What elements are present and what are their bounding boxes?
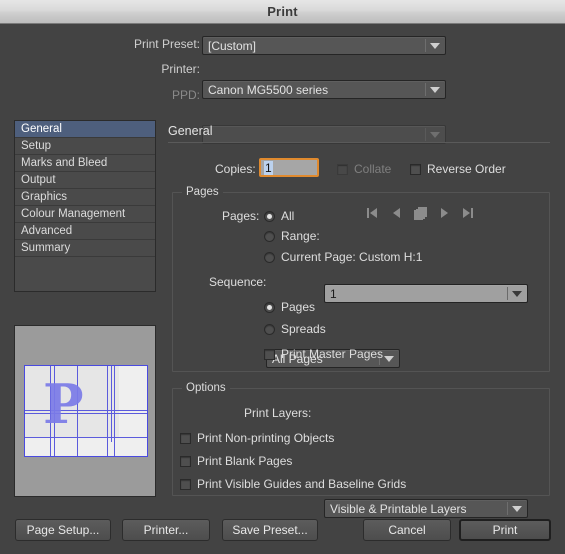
- print-preset-row: Print Preset:: [118, 37, 200, 51]
- pages-range-radio[interactable]: Range:: [264, 229, 320, 243]
- checkbox-box[interactable]: [410, 163, 421, 175]
- print-button[interactable]: Print: [459, 519, 551, 541]
- preview-glyph: P: [43, 372, 84, 436]
- print-visible-guides-label: Print Visible Guides and Baseline Grids: [197, 477, 407, 491]
- current-page-label: Current Page: Custom H:1: [281, 250, 423, 264]
- sequence-spreads-radio[interactable]: Spreads: [264, 322, 326, 336]
- save-preset-button[interactable]: Save Preset...: [222, 519, 318, 541]
- print-layers-label: Print Layers:: [244, 406, 312, 420]
- printer-combobox[interactable]: Canon MG5500 series: [202, 80, 446, 99]
- pages-all-label: All: [281, 209, 295, 223]
- radio-dot[interactable]: [264, 251, 275, 263]
- print-nonprinting-objects-label: Print Non-printing Objects: [197, 431, 335, 445]
- radio-dot[interactable]: [264, 323, 275, 335]
- range-value: 1: [330, 286, 337, 301]
- page-navigation[interactable]: [366, 206, 474, 220]
- checkbox-box[interactable]: [180, 478, 191, 490]
- cancel-button[interactable]: Cancel: [363, 519, 451, 541]
- pages-group-label: Pages: [182, 186, 223, 198]
- chevron-down-icon: [425, 126, 445, 143]
- print-preset-label: Print Preset:: [133, 37, 200, 51]
- range-combobox[interactable]: 1: [324, 284, 528, 303]
- sidebar-item-label: Setup: [21, 140, 52, 152]
- radio-dot[interactable]: [264, 301, 275, 313]
- sidebar-item-label: General: [21, 123, 62, 135]
- section-divider: [168, 142, 550, 143]
- ppd-row: PPD:: [118, 88, 200, 102]
- print-master-pages-checkbox[interactable]: Print Master Pages: [264, 347, 383, 361]
- checkbox-box[interactable]: [180, 432, 191, 444]
- sidebar-item-output[interactable]: Output: [15, 172, 155, 189]
- print-blank-pages-checkbox[interactable]: Print Blank Pages: [180, 454, 292, 468]
- print-dialog: Print Print Preset: [Custom] Printer: Ca…: [0, 0, 565, 554]
- last-page-icon[interactable]: [462, 206, 474, 220]
- sidebar-item-label: Summary: [21, 242, 71, 254]
- print-layers-combobox[interactable]: Visible & Printable Layers: [324, 499, 528, 518]
- pages-field-label: Pages:: [222, 209, 260, 223]
- titlebar: Print: [0, 0, 565, 24]
- chevron-down-icon[interactable]: [507, 285, 527, 302]
- pages-stack-icon[interactable]: [414, 206, 427, 220]
- first-page-icon[interactable]: [366, 206, 378, 220]
- page-setup-button[interactable]: Page Setup...: [15, 519, 111, 541]
- preview-page: P: [24, 365, 148, 457]
- sidebar-item-label: Advanced: [21, 225, 73, 237]
- reverse-order-checkbox[interactable]: Reverse Order: [410, 162, 506, 176]
- sidebar-item-label: Graphics: [21, 191, 68, 203]
- page-preview: P: [14, 325, 156, 497]
- sidebar-item-label: Marks and Bleed: [21, 157, 108, 169]
- printer-row: Printer:: [118, 62, 200, 76]
- sidebar-item-graphics[interactable]: Graphics: [15, 189, 155, 206]
- window-title: Print: [267, 4, 298, 19]
- printer-value: Canon MG5500 series: [208, 82, 329, 97]
- chevron-down-icon[interactable]: [507, 500, 527, 517]
- sequence-pages-label: Pages: [281, 300, 316, 314]
- reverse-order-label: Reverse Order: [427, 162, 506, 176]
- radio-dot[interactable]: [264, 230, 275, 242]
- collate-checkbox: Collate: [337, 162, 391, 176]
- sidebar-item-setup[interactable]: Setup: [15, 138, 155, 155]
- options-group-label: Options: [182, 382, 230, 394]
- printer-button[interactable]: Printer...: [122, 519, 210, 541]
- print-nonprinting-objects-checkbox[interactable]: Print Non-printing Objects: [180, 431, 334, 445]
- sidebar-item-general[interactable]: General: [15, 121, 155, 138]
- checkbox-box[interactable]: [180, 455, 191, 467]
- print-blank-pages-label: Print Blank Pages: [197, 454, 293, 468]
- sidebar-item-label: Output: [21, 174, 56, 186]
- checkbox-box[interactable]: [264, 348, 275, 360]
- copies-input[interactable]: 1: [259, 158, 319, 177]
- print-master-pages-label: Print Master Pages: [281, 347, 384, 361]
- sidebar-item-marks-and-bleed[interactable]: Marks and Bleed: [15, 155, 155, 172]
- previous-page-icon[interactable]: [390, 206, 402, 220]
- printer-label: Printer:: [161, 62, 200, 76]
- sidebar-item-label: Colour Management: [21, 208, 126, 220]
- sidebar-item-summary[interactable]: Summary: [15, 240, 155, 257]
- chevron-down-icon[interactable]: [425, 37, 445, 54]
- sequence-pages-radio[interactable]: Pages: [264, 300, 315, 314]
- copies-value: 1: [264, 160, 273, 175]
- next-page-icon[interactable]: [438, 206, 450, 220]
- page-title: General: [168, 124, 213, 138]
- radio-dot[interactable]: [264, 210, 275, 222]
- print-layers-value: Visible & Printable Layers: [330, 501, 467, 516]
- print-visible-guides-checkbox[interactable]: Print Visible Guides and Baseline Grids: [180, 477, 406, 491]
- copies-label: Copies:: [215, 162, 256, 176]
- sequence-label: Sequence:: [209, 275, 267, 289]
- print-preset-combobox[interactable]: [Custom]: [202, 36, 446, 55]
- settings-category-list[interactable]: General Setup Marks and Bleed Output Gra…: [14, 120, 156, 292]
- ppd-label: PPD:: [171, 88, 200, 102]
- sidebar-item-advanced[interactable]: Advanced: [15, 223, 155, 240]
- pages-all-radio[interactable]: All: [264, 209, 294, 223]
- current-page-radio[interactable]: Current Page: Custom H:1: [264, 250, 422, 264]
- checkbox-box: [337, 163, 348, 175]
- sequence-spreads-label: Spreads: [281, 322, 326, 336]
- print-preset-value: [Custom]: [208, 38, 257, 53]
- pages-range-label: Range:: [281, 229, 320, 243]
- chevron-down-icon[interactable]: [425, 81, 445, 98]
- sidebar-item-colour-management[interactable]: Colour Management: [15, 206, 155, 223]
- collate-label: Collate: [354, 162, 392, 176]
